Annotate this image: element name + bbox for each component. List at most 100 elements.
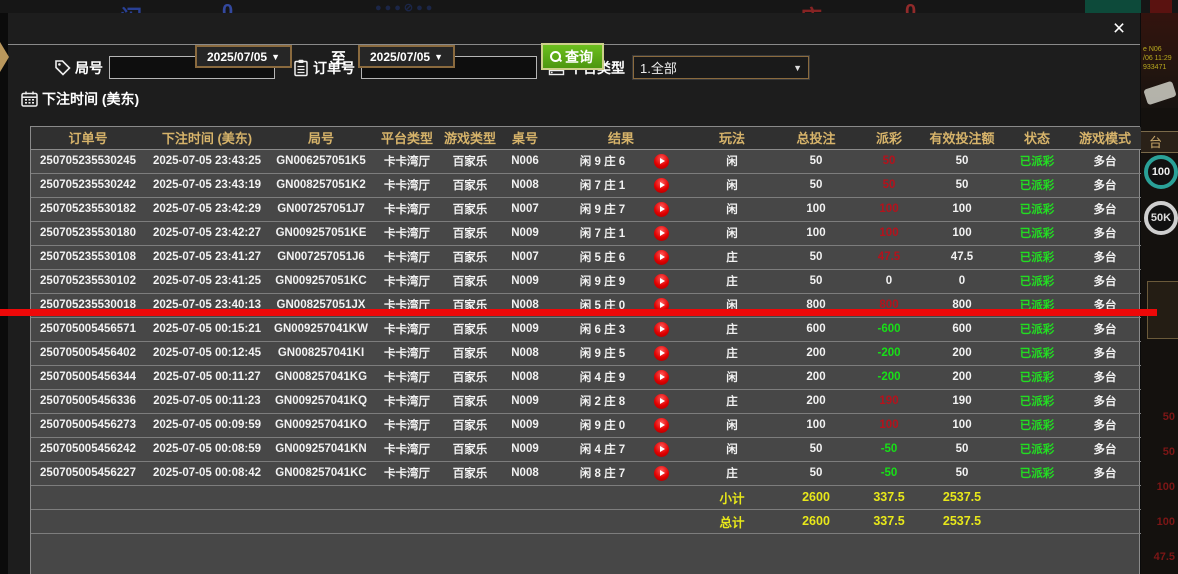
total-cell: 600 [773, 317, 859, 342]
order-cell: 250705235530245 [31, 149, 145, 174]
table-cell: N009 [499, 437, 551, 462]
play-video-icon[interactable] [654, 441, 669, 457]
play-video-icon[interactable] [654, 249, 669, 265]
search-button[interactable]: 查询 [541, 43, 604, 70]
bg-info-line: 933471 [1143, 64, 1167, 71]
mode-cell: 多台 [1069, 341, 1141, 366]
platform-cell: 卡卡湾厅 [373, 149, 441, 174]
bet-on-cell: 闲 [691, 437, 773, 462]
panel-handle-arrow-icon[interactable] [0, 42, 9, 72]
play-video-icon[interactable] [654, 153, 669, 169]
round-cell: GN008257041KC [269, 461, 373, 486]
col-order: 订单号 [31, 127, 145, 150]
play-video-icon[interactable] [654, 321, 669, 337]
time-cell: 2025-07-05 23:42:29 [145, 197, 269, 222]
payout-cell: 0 [859, 269, 919, 294]
round-cell: GN009257041KO [269, 413, 373, 438]
time-cell: 2025-07-05 00:15:21 [145, 317, 269, 342]
mode-cell: 多台 [1069, 269, 1141, 294]
platform-cell: 卡卡湾厅 [373, 173, 441, 198]
chevron-down-icon: ▼ [793, 62, 802, 73]
play-video-icon[interactable] [654, 177, 669, 193]
bet-on-cell: 闲 [691, 173, 773, 198]
bg-bead-road: ●●●⊘●● [375, 2, 436, 13]
result-cell: 闲 9 庄 6 [551, 149, 691, 174]
table-cell: N008 [499, 461, 551, 486]
date-from-value: 2025/07/05 [207, 49, 268, 64]
total-cell: 50 [773, 461, 859, 486]
table-row: 250705235530108 2025-07-05 23:41:27 GN0072… [31, 245, 1141, 270]
round-cell: GN009257041KN [269, 437, 373, 462]
bet-on-cell: 庄 [691, 461, 773, 486]
table-row: 250705235530242 2025-07-05 23:43:19 GN0082… [31, 173, 1141, 198]
play-video-icon[interactable] [654, 369, 669, 385]
payout-cell: 190 [859, 389, 919, 414]
payout-cell: 100 [859, 413, 919, 438]
total-cell: 50 [773, 245, 859, 270]
valid-cell: 0 [919, 269, 1005, 294]
game-cell: 百家乐 [441, 461, 499, 486]
result-cell: 闲 4 庄 7 [551, 437, 691, 462]
order-cell: 250705005456242 [31, 437, 145, 462]
order-cell: 250705005456344 [31, 365, 145, 390]
col-bet-on: 玩法 [691, 127, 773, 150]
bet-time-filter: 下注时间 (美东) [21, 89, 139, 109]
table-row: 250705005456402 2025-07-05 00:12:45 GN0082… [31, 341, 1141, 366]
order-cell: 250705005456336 [31, 389, 145, 414]
table-cell: N009 [499, 269, 551, 294]
grand-total-total-bet: 2600 [773, 509, 859, 534]
round-label: 局号 [75, 59, 103, 76]
result-text: 闲 8 庄 7 [579, 468, 626, 480]
bet-time-label: 下注时间 (美东) [42, 91, 140, 107]
order-cell: 250705235530102 [31, 269, 145, 294]
platform-cell: 卡卡湾厅 [373, 461, 441, 486]
valid-cell: 50 [919, 437, 1005, 462]
game-cell: 百家乐 [441, 221, 499, 246]
order-cell: 250705235530242 [31, 173, 145, 198]
result-cell: 闲 8 庄 7 [551, 461, 691, 486]
result-text: 闲 7 庄 1 [579, 180, 626, 192]
round-cell: GN009257051KE [269, 221, 373, 246]
table-row: 250705005456571 2025-07-05 00:15:21 GN0092… [31, 317, 1141, 342]
date-from-picker[interactable]: 2025/07/05 ▼ [195, 45, 292, 68]
play-video-icon[interactable] [654, 465, 669, 481]
table-cell: N008 [499, 173, 551, 198]
result-text: 闲 9 庄 5 [579, 348, 626, 360]
play-video-icon[interactable] [654, 345, 669, 361]
date-to-picker[interactable]: 2025/07/05 ▼ [358, 45, 455, 68]
valid-cell: 200 [919, 365, 1005, 390]
play-video-icon[interactable] [654, 417, 669, 433]
round-cell: GN009257041KQ [269, 389, 373, 414]
table-cell: N008 [499, 341, 551, 366]
table-cell: N009 [499, 389, 551, 414]
total-cell: 100 [773, 221, 859, 246]
col-table-no: 桌号 [499, 127, 551, 150]
total-cell: 100 [773, 197, 859, 222]
table-cell: N007 [499, 245, 551, 270]
game-cell: 百家乐 [441, 437, 499, 462]
result-cell: 闲 9 庄 5 [551, 341, 691, 366]
close-icon[interactable]: × [1107, 16, 1131, 42]
col-valid-bet: 有效投注额 [919, 127, 1005, 150]
play-video-icon[interactable] [654, 201, 669, 217]
col-payout: 派彩 [859, 127, 919, 150]
col-game-type: 游戏类型 [441, 127, 499, 150]
bg-table-tab: 台 [1141, 131, 1178, 153]
table-cell: N009 [499, 317, 551, 342]
platform-cell: 卡卡湾厅 [373, 269, 441, 294]
play-video-icon[interactable] [654, 225, 669, 241]
status-cell: 已派彩 [1005, 341, 1069, 366]
platform-cell: 卡卡湾厅 [373, 413, 441, 438]
valid-cell: 200 [919, 341, 1005, 366]
platform-select[interactable]: 1.全部 ▼ [632, 55, 810, 80]
table-cell: N009 [499, 221, 551, 246]
grand-total-payout: 337.5 [859, 509, 919, 534]
valid-cell: 47.5 [919, 245, 1005, 270]
status-cell: 已派彩 [1005, 461, 1069, 486]
result-cell: 闲 7 庄 1 [551, 221, 691, 246]
play-video-icon[interactable] [654, 393, 669, 409]
table-row: 250705235530102 2025-07-05 23:41:25 GN0092… [31, 269, 1141, 294]
time-cell: 2025-07-05 00:08:59 [145, 437, 269, 462]
order-cell: 250705235530108 [31, 245, 145, 270]
play-video-icon[interactable] [654, 273, 669, 289]
